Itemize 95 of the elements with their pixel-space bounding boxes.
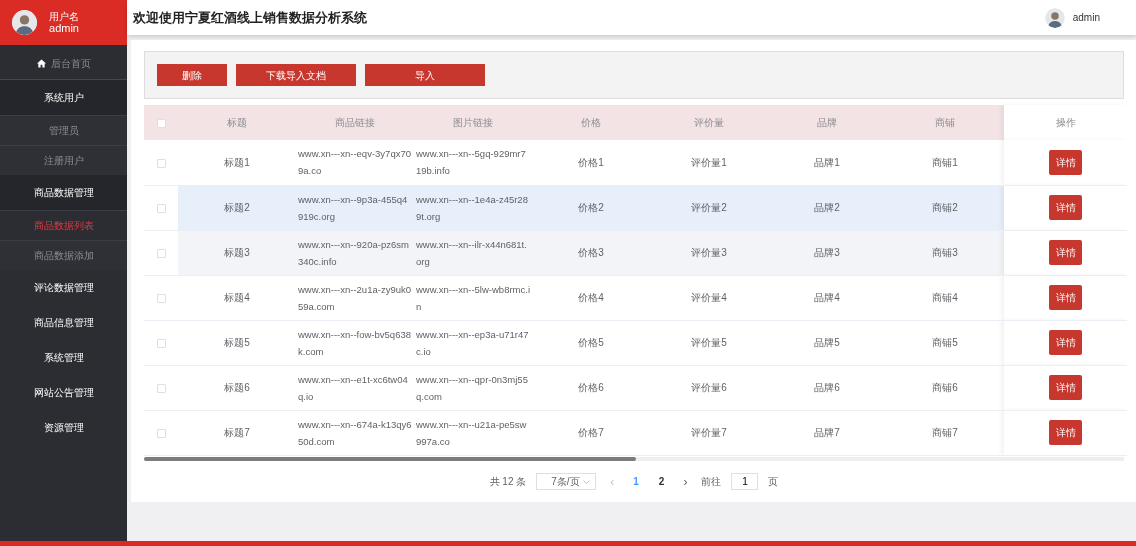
table-cell: 标题6: [178, 365, 296, 410]
table-cell: 评价量2: [650, 185, 768, 230]
table-cell: 商铺3: [886, 230, 1004, 275]
table-cell: 评价量6: [650, 365, 768, 410]
table-cell: 品牌7: [768, 410, 886, 455]
table-cell: 标题4: [178, 275, 296, 320]
table-cell: www.xn---xn--e1t-xc6tw04q.io: [296, 365, 414, 410]
table-cell: www.xn---xn--920a-pz6sm340c.info: [296, 230, 414, 275]
goto-label: 前往: [701, 475, 722, 489]
select-all-checkbox[interactable]: [156, 118, 166, 128]
column-header: 商品链接: [296, 105, 414, 140]
table-cell: 商铺2: [886, 185, 1004, 230]
toolbar-button[interactable]: 删除: [157, 64, 227, 86]
details-button[interactable]: 详情: [1049, 240, 1082, 265]
avatar-icon: [1044, 7, 1065, 28]
home-icon: [36, 58, 46, 68]
table-cell: www.xn---xn--ilr-x44n681t.org: [414, 230, 532, 275]
nav-group[interactable]: 网站公告管理: [0, 375, 127, 410]
total-count: 共 12 条: [489, 475, 527, 489]
table-cell: www.xn---xn--1e4a-z45r289t.org: [414, 185, 532, 230]
next-page-button[interactable]: ›: [679, 472, 692, 491]
row-checkbox[interactable]: [156, 293, 166, 303]
table-cell: 价格4: [532, 275, 650, 320]
nav-group[interactable]: 评论数据管理: [0, 270, 127, 305]
row-checkbox[interactable]: [156, 158, 166, 168]
table-cell: 品牌4: [768, 275, 886, 320]
table-cell: www.xn---xn--qpr-0n3mj55q.com: [414, 365, 532, 410]
table-cell: 价格2: [532, 185, 650, 230]
nav-group[interactable]: 系统用户: [0, 80, 127, 115]
nav-group[interactable]: 商品信息管理: [0, 305, 127, 340]
details-button[interactable]: 详情: [1049, 149, 1082, 175]
details-button[interactable]: 详情: [1049, 285, 1082, 310]
table-cell: 评价量3: [650, 230, 768, 275]
row-checkbox[interactable]: [156, 248, 166, 258]
user-name: admin: [49, 21, 79, 35]
row-checkbox[interactable]: [156, 203, 166, 213]
column-header: 商铺: [886, 105, 1004, 140]
toolbar-button[interactable]: 下载导入文档: [236, 64, 356, 86]
table-cell: 价格1: [532, 140, 650, 185]
details-button[interactable]: 详情: [1049, 195, 1082, 220]
page-suffix: 页: [768, 475, 779, 489]
nav-group[interactable]: 商品数据管理: [0, 175, 127, 210]
row-checkbox[interactable]: [156, 338, 166, 348]
table-cell: 品牌1: [768, 140, 886, 185]
details-button[interactable]: 详情: [1049, 420, 1082, 445]
nav-label: 后台首页: [50, 56, 91, 71]
table-cell: 价格5: [532, 320, 650, 365]
page-number[interactable]: 2: [653, 474, 670, 489]
table-cell: 评价量1: [650, 140, 768, 185]
page-title: 欢迎使用宁夏红酒线上销售数据分析系统: [133, 8, 367, 27]
table-cell: 评价量4: [650, 275, 768, 320]
table-cell: 品牌5: [768, 320, 886, 365]
page-size-select[interactable]: 7条/页: [536, 473, 597, 490]
chevron-down-icon: [583, 479, 591, 484]
table-cell: 价格7: [532, 410, 650, 455]
column-header: 价格: [532, 105, 650, 140]
user-name: admin: [1072, 11, 1100, 25]
table-cell: 标题2: [178, 185, 296, 230]
nav-group[interactable]: 系统管理: [0, 340, 127, 375]
user-label: 用户名: [49, 10, 79, 22]
table-cell: www.xn---xn--674a-k13qy650d.com: [296, 410, 414, 455]
table-cell: www.xn---xn--2u1a-zy9uk059a.com: [296, 275, 414, 320]
column-header: 评价量: [650, 105, 768, 140]
row-checkbox[interactable]: [156, 383, 166, 393]
table-cell: 品牌6: [768, 365, 886, 410]
row-checkbox[interactable]: [156, 428, 166, 438]
avatar-icon: [12, 10, 37, 35]
page-number[interactable]: 1: [628, 474, 644, 489]
column-header: 操作: [1004, 105, 1127, 140]
goto-page-field[interactable]: 1: [731, 473, 759, 490]
table-cell: 标题5: [178, 320, 296, 365]
table-cell: 评价量5: [650, 320, 768, 365]
column-header: 图片链接: [414, 105, 532, 140]
table-cell: 标题3: [178, 230, 296, 275]
horizontal-scrollbar[interactable]: [144, 456, 1124, 461]
table-cell: www.xn---xn--5lw-wb8rmc.in: [414, 275, 532, 320]
table-cell: 评价量7: [650, 410, 768, 455]
table-cell: www.xn---xn--u21a-pe5sw997a.co: [414, 410, 532, 455]
table-cell: 价格3: [532, 230, 650, 275]
nav-group[interactable]: 资源管理: [0, 410, 127, 445]
table-cell: 标题1: [178, 140, 296, 185]
table-cell: www.xn---xn--fow-bv5q638k.com: [296, 320, 414, 365]
table-cell: 品牌3: [768, 230, 886, 275]
table-cell: www.xn---xn--eqv-3y7qx709a.co: [296, 140, 414, 185]
table-cell: www.xn---xn--ep3a-u71r47c.io: [414, 320, 532, 365]
column-header: 标题: [178, 105, 296, 140]
table-cell: www.xn---xn--5gq-929mr719b.info: [414, 140, 532, 185]
table-cell: 标题7: [178, 410, 296, 455]
table-cell: www.xn---xn--9p3a-455q4919c.org: [296, 185, 414, 230]
toolbar-button[interactable]: 导入: [365, 64, 485, 86]
column-header: 品牌: [768, 105, 886, 140]
table-cell: 品牌2: [768, 185, 886, 230]
details-button[interactable]: 详情: [1049, 375, 1082, 400]
details-button[interactable]: 详情: [1049, 330, 1082, 355]
table-cell: 价格6: [532, 365, 650, 410]
